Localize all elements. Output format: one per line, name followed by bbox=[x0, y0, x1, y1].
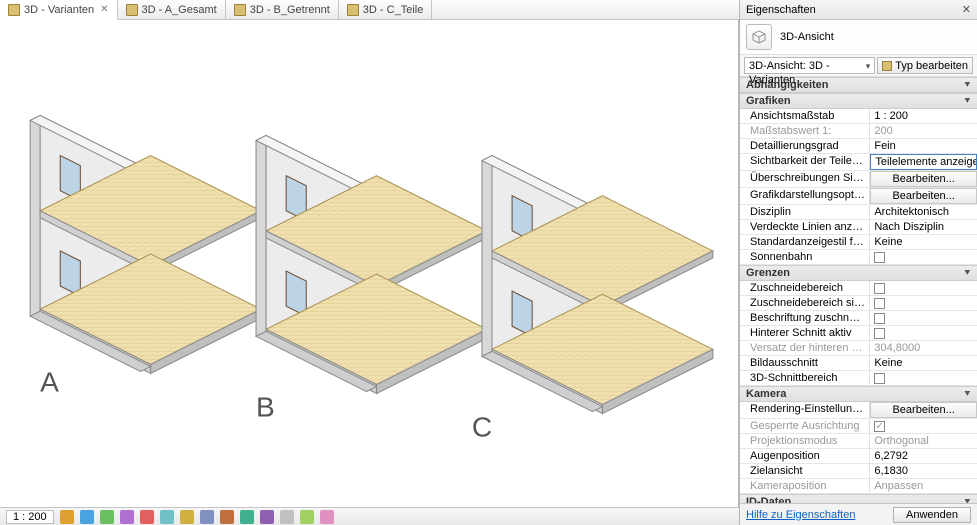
section-id-daten[interactable]: ID-Daten⯆ bbox=[740, 494, 977, 503]
section-grafiken[interactable]: Grafiken⯆ bbox=[740, 93, 977, 109]
tab-label: 3D - C_Teile bbox=[363, 4, 424, 16]
prop-sonnenbahn[interactable] bbox=[870, 250, 977, 264]
type-label: 3D-Ansicht bbox=[780, 31, 834, 43]
prop-zuschneide[interactable] bbox=[870, 281, 977, 295]
variant-label-c: C bbox=[472, 412, 492, 443]
status-icon-7[interactable] bbox=[180, 510, 194, 524]
prop-massstabswert: 200 bbox=[870, 124, 977, 138]
prop-bildausschnitt[interactable]: Keine bbox=[870, 356, 977, 370]
view3d-icon bbox=[347, 4, 359, 16]
tab-1[interactable]: 3D - A_Gesamt bbox=[118, 0, 226, 19]
view3d-icon bbox=[126, 4, 138, 16]
prop-ziel[interactable]: 6,1830 bbox=[870, 464, 977, 478]
apply-button[interactable]: Anwenden bbox=[893, 507, 971, 523]
prop-projektion: Orthogonal bbox=[870, 434, 977, 448]
tab-label: 3D - B_Getrennt bbox=[250, 4, 330, 16]
status-icon-11[interactable] bbox=[260, 510, 274, 524]
prop-verdeckte[interactable]: Nach Disziplin bbox=[870, 220, 977, 234]
prop-hinterer-schnitt[interactable] bbox=[870, 326, 977, 340]
tab-label: 3D - A_Gesamt bbox=[142, 4, 217, 16]
scale-selector[interactable]: 1 : 200 bbox=[6, 510, 54, 524]
prop-gesperrte bbox=[870, 419, 977, 433]
status-icon-6[interactable] bbox=[160, 510, 174, 524]
prop-disziplin[interactable]: Architektonisch bbox=[870, 205, 977, 219]
properties-panel: Eigenschaften ✕ 3D-Ansicht 3D-Ansicht: 3… bbox=[739, 0, 977, 525]
status-icon-8[interactable] bbox=[200, 510, 214, 524]
properties-list[interactable]: Abhängigkeiten⯆ Grafiken⯆ Ansichtsmaßsta… bbox=[740, 77, 977, 503]
status-icon-14[interactable] bbox=[320, 510, 334, 524]
prop-rendering-button[interactable]: Bearbeiten... bbox=[870, 402, 977, 418]
viewport-3d[interactable]: A B C bbox=[0, 20, 739, 507]
properties-panel-title: Eigenschaften ✕ bbox=[740, 0, 977, 20]
status-bar: 1 : 200 bbox=[0, 507, 739, 525]
prop-kamerapos: Anpassen bbox=[870, 479, 977, 493]
prop-beschriftung[interactable] bbox=[870, 311, 977, 325]
prop-ansichtsmassstab[interactable]: 1 : 200 bbox=[870, 109, 977, 123]
prop-3d-schnitt[interactable] bbox=[870, 371, 977, 385]
status-icon-5[interactable] bbox=[140, 510, 154, 524]
variant-label-a: A bbox=[40, 367, 59, 398]
status-icon-13[interactable] bbox=[300, 510, 314, 524]
type-header: 3D-Ansicht bbox=[740, 20, 977, 55]
status-icon-9[interactable] bbox=[220, 510, 234, 524]
status-icon-1[interactable] bbox=[60, 510, 74, 524]
status-icon-3[interactable] bbox=[100, 510, 114, 524]
status-icon-12[interactable] bbox=[280, 510, 294, 524]
tab-label: 3D - Varianten bbox=[24, 4, 94, 16]
prop-ueberschreibungen-button[interactable]: Bearbeiten... bbox=[870, 171, 977, 187]
prop-zuschneide-sichtbar[interactable] bbox=[870, 296, 977, 310]
variant-label-b: B bbox=[256, 392, 275, 423]
status-icon-10[interactable] bbox=[240, 510, 254, 524]
edit-type-button[interactable]: Typ bearbeiten bbox=[877, 57, 973, 74]
tab-3[interactable]: 3D - C_Teile bbox=[339, 0, 433, 19]
close-icon[interactable]: ✕ bbox=[962, 3, 971, 16]
close-icon[interactable]: ✕ bbox=[100, 4, 108, 15]
prop-standard[interactable]: Keine bbox=[870, 235, 977, 249]
section-grenzen[interactable]: Grenzen⯆ bbox=[740, 265, 977, 281]
tab-2[interactable]: 3D - B_Getrennt bbox=[226, 0, 339, 19]
view3d-icon bbox=[746, 24, 772, 50]
prop-detail[interactable]: Fein bbox=[870, 139, 977, 153]
prop-versatz: 304,8000 bbox=[870, 341, 977, 355]
status-icon-4[interactable] bbox=[120, 510, 134, 524]
prop-sichtbarkeit[interactable]: Teilelemente anzeigen bbox=[870, 154, 977, 170]
prop-grafikoptionen-button[interactable]: Bearbeiten... bbox=[870, 188, 977, 204]
tab-0[interactable]: 3D - Varianten ✕ bbox=[0, 0, 118, 20]
help-link[interactable]: Hilfe zu Eigenschaften bbox=[746, 509, 855, 521]
properties-footer: Hilfe zu Eigenschaften Anwenden bbox=[740, 503, 977, 525]
status-icon-2[interactable] bbox=[80, 510, 94, 524]
viewport-canvas[interactable]: A B C bbox=[0, 20, 738, 507]
section-kamera[interactable]: Kamera⯆ bbox=[740, 386, 977, 402]
view-selector[interactable]: 3D-Ansicht: 3D - Varianten bbox=[744, 57, 875, 74]
view3d-icon bbox=[8, 4, 20, 16]
view3d-icon bbox=[234, 4, 246, 16]
prop-augen[interactable]: 6,2792 bbox=[870, 449, 977, 463]
